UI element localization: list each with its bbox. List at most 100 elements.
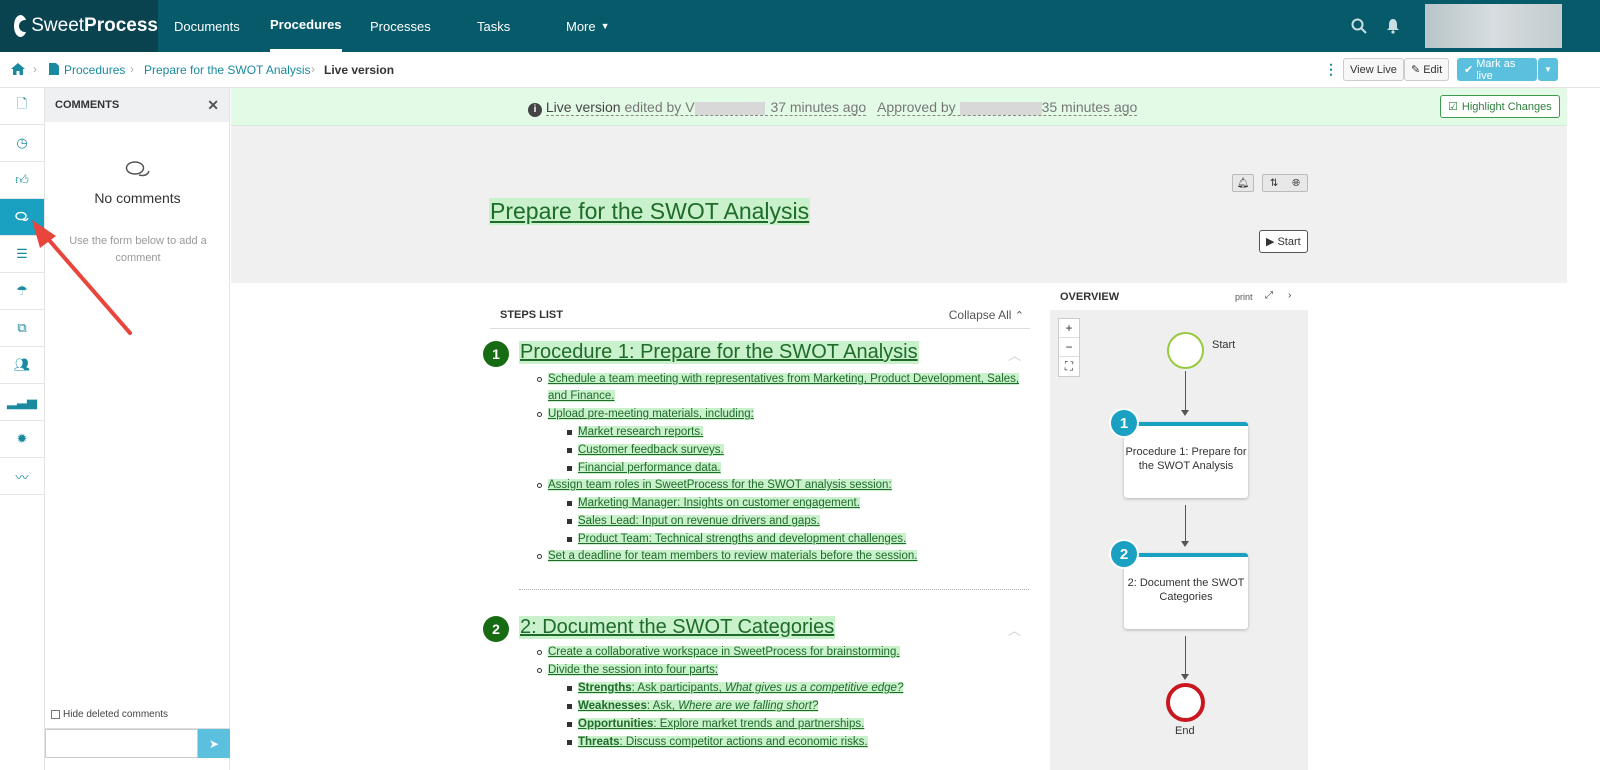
user-account-menu[interactable] [1425,4,1562,48]
bullet [537,668,542,673]
nav-documents[interactable]: Documents [174,0,240,52]
bullet [567,466,572,471]
start-button[interactable]: ▶ Start [1259,230,1308,253]
edit-button[interactable]: ✎ Edit [1404,58,1450,81]
bullet [567,740,572,745]
step-number: 2 [483,616,509,642]
step-title[interactable]: 2: Document the SWOT Categories [519,616,836,639]
step-item[interactable]: Upload pre-meeting materials, including: [548,408,754,420]
chevron-right-icon[interactable]: › [1288,290,1291,301]
mark-as-live-dropdown[interactable]: ▼ [1538,58,1558,81]
comment-input[interactable] [45,729,198,758]
breadcrumb-separator: › [130,62,134,76]
fit-view-button[interactable]: ⛶ [1059,357,1079,376]
send-comment-button[interactable]: ➤ [198,729,230,758]
checkbox[interactable] [51,710,60,719]
breadcrumb-separator: › [33,62,37,76]
step-item[interactable]: Weaknesses: Ask, Where are we falling sh… [578,700,819,712]
steps-list-header: STEPS LIST Collapse All ⌃ [490,299,1030,329]
rail-comments[interactable] [0,199,44,236]
paper-plane-icon: ➤ [208,736,220,751]
breadcrumb-procedure[interactable]: Prepare for the SWOT Analysis [144,63,311,77]
check-icon: ✔ [1464,64,1474,76]
zoom-out-button[interactable]: − [1059,338,1079,357]
bullet [567,686,572,691]
left-icon-rail: 🗋 ◷ 👍︎ ☰ ☂ ⧉ 👥︎ ▂▃▅ ✹ 〰 [0,88,45,770]
clock-icon: ◷ [16,135,28,150]
rail-approvals[interactable]: 👍︎ [0,162,44,199]
rail-history[interactable]: ◷ [0,125,44,162]
copy-icon: ⧉ [17,320,27,335]
collapse-all-button[interactable]: Collapse All ⌃ [949,308,1024,322]
step-item[interactable]: Strengths: Ask participants, What gives … [578,682,904,694]
rail-stats[interactable]: ▂▃▅ [0,384,44,421]
document-icon [49,63,59,75]
step-title[interactable]: Procedure 1: Prepare for the SWOT Analys… [519,341,919,364]
page-title[interactable]: Prepare for the SWOT Analysis [489,198,811,225]
bullet [537,483,542,488]
print-link[interactable]: print [1235,292,1253,302]
step-item[interactable]: Schedule a team meeting with representat… [548,373,1020,385]
info-icon: i [528,103,542,117]
rail-document[interactable]: 🗋 [0,88,44,125]
nav-tasks[interactable]: Tasks [477,0,510,52]
rail-policies[interactable]: ☂ [0,273,44,310]
step-item[interactable]: and Finance. [548,390,615,402]
step-item[interactable]: Set a deadline for team members to revie… [548,550,918,562]
step-item[interactable]: Create a collaborative workspace in Swee… [548,646,900,658]
close-icon[interactable]: ✕ [207,97,219,114]
flow-end-node[interactable] [1166,683,1205,722]
chevron-up-icon[interactable]: ︿ [1008,345,1021,364]
step-item[interactable]: Assign team roles in SweetProcess for th… [548,479,892,491]
step-item[interactable]: Product Team: Technical strengths and de… [578,533,907,545]
arrow-icon [1181,410,1189,416]
redacted-name [694,101,765,115]
signature-icon: 〰 [15,469,29,485]
kebab-menu-icon[interactable]: ⋮ [1324,61,1338,78]
procedure-header: Prepare for the SWOT Analysis 🔔︎ ⇅ 🌐︎ ▶ … [231,126,1567,283]
no-comments-hint: Use the form below to add a comment [69,235,207,264]
highlight-changes-button[interactable]: ☑ Highlight Changes [1440,95,1560,118]
step-item[interactable]: Opportunities: Explore market trends and… [578,718,865,730]
step-item[interactable]: Customer feedback surveys. [578,444,724,456]
view-live-button[interactable]: View Live [1343,58,1404,81]
flow-node-badge: 1 [1109,408,1139,438]
step-item[interactable]: Marketing Manager: Insights on customer … [578,497,860,509]
rail-steps-list[interactable]: ☰ [0,236,44,273]
rail-copies[interactable]: ⧉ [0,310,44,347]
rail-settings[interactable]: ✹ [0,421,44,458]
nav-procedures[interactable]: Procedures [270,0,342,52]
flow-start-label: Start [1212,339,1236,351]
step-item[interactable]: Financial performance data. [578,462,721,474]
users-icon: 👥︎ [13,357,31,372]
search-icon[interactable] [1351,18,1367,34]
globe-icon[interactable]: 🌐︎ [1292,178,1300,189]
flow-start-node[interactable] [1167,332,1204,369]
bell-icon[interactable] [1386,18,1400,34]
bullet [567,501,572,506]
step-item[interactable]: Divide the session into four parts: [548,664,719,676]
hide-deleted-comments-checkbox[interactable]: Hide deleted comments [51,709,168,720]
expand-icon[interactable]: ⤢ [1265,290,1273,301]
rail-signature[interactable]: 〰 [0,458,44,495]
mark-as-live-button[interactable]: ✔ Mark as live [1457,58,1537,82]
sort-icon[interactable]: ⇅ [1270,178,1278,189]
home-icon[interactable] [11,63,25,75]
breadcrumb-bar: › Procedures › Prepare for the SWOT Anal… [0,52,1600,88]
step-item[interactable]: Sales Lead: Input on revenue drivers and… [578,515,820,527]
comment-form: ➤ [45,728,230,758]
flow-node-badge: 2 [1109,539,1139,569]
nav-more[interactable]: More ▼ [566,0,610,52]
step-item[interactable]: Market research reports. [578,426,704,438]
breadcrumb-procedures[interactable]: Procedures [64,63,125,77]
step-item[interactable]: Threats: Discuss competitor actions and … [578,736,868,748]
notification-toggle[interactable]: 🔔︎ [1232,174,1254,192]
logo[interactable]: Sweet Process [0,0,158,52]
flow-node-step-1[interactable]: Procedure 1: Prepare for the SWOT Analys… [1124,422,1248,498]
bullet [537,554,542,559]
flow-node-step-2[interactable]: 2: Document the SWOT Categories [1124,553,1248,629]
zoom-in-button[interactable]: + [1059,319,1079,338]
chevron-up-icon[interactable]: ︿ [1008,620,1021,639]
nav-processes[interactable]: Processes [370,0,431,52]
rail-team[interactable]: 👥︎ [0,347,44,384]
